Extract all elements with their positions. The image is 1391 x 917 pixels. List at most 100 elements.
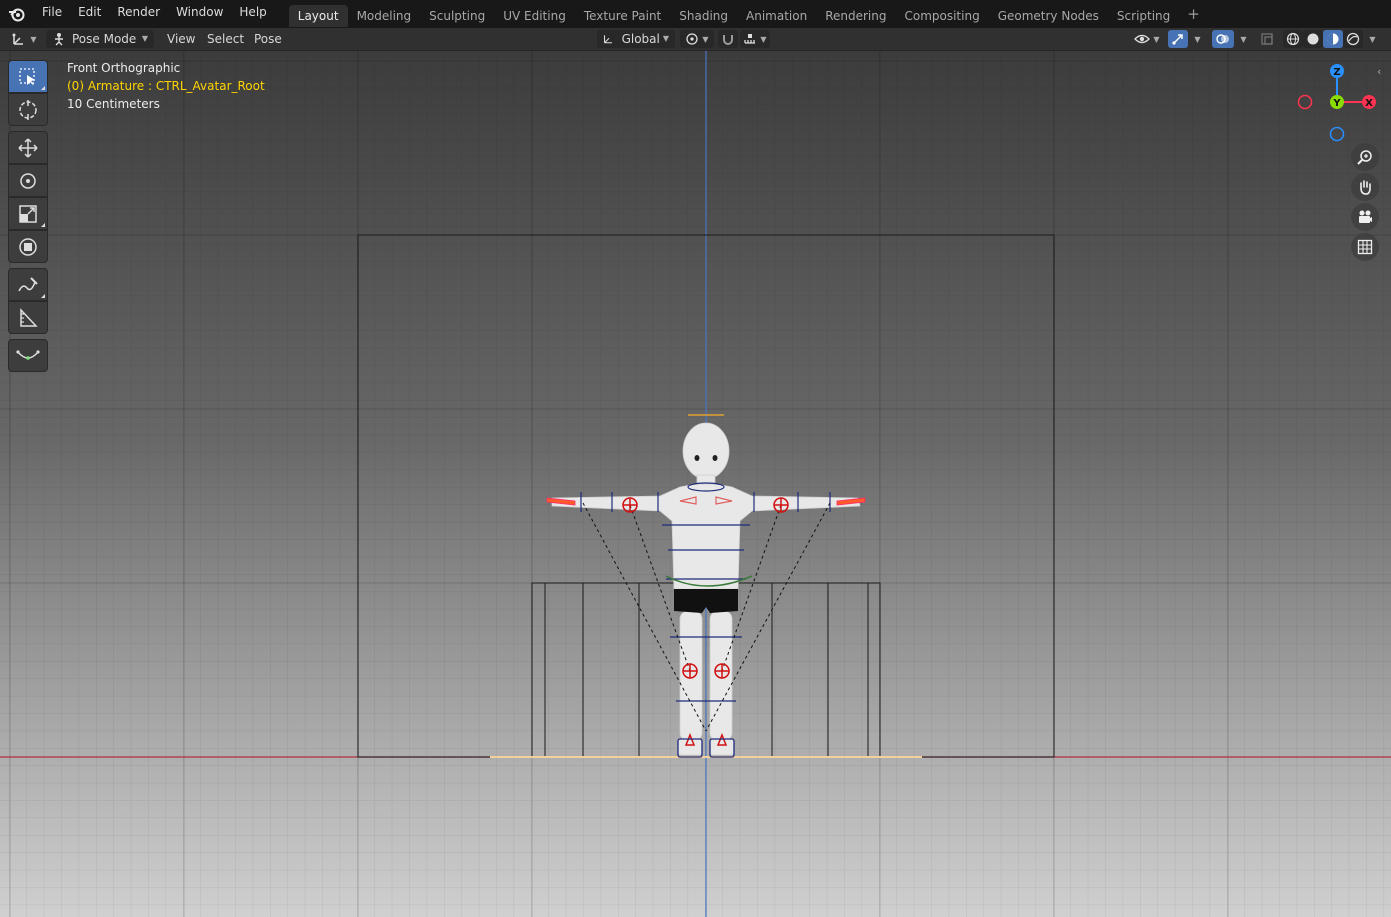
xray-icon: [1261, 33, 1273, 45]
wireframe-sphere-icon: [1286, 32, 1300, 46]
tab-shading[interactable]: Shading: [670, 5, 737, 27]
move-icon: [18, 137, 38, 158]
hand-icon: [1360, 180, 1371, 195]
gizmo-x-label: X: [1365, 98, 1373, 109]
menu-help[interactable]: Help: [231, 0, 274, 28]
gizmo-neg-x-axis[interactable]: [1297, 94, 1313, 110]
orientation-label: Global: [621, 32, 660, 46]
add-workspace-button[interactable]: +: [1179, 1, 1208, 27]
measure-tool[interactable]: [8, 301, 48, 334]
axes-editor-icon: [12, 33, 24, 45]
3d-viewport[interactable]: Front Orthographic (0) Armature : CTRL_A…: [0, 51, 1391, 917]
camera-view-button[interactable]: [1351, 203, 1379, 231]
rotate-icon: [20, 172, 36, 189]
cursor-tool[interactable]: [8, 93, 48, 126]
menu-window[interactable]: Window: [168, 0, 231, 28]
chevron-down-icon: ▼: [702, 34, 709, 44]
snap-increment-icon: [744, 34, 756, 44]
view-name: Front Orthographic: [67, 61, 181, 75]
tab-sculpting[interactable]: Sculpting: [420, 5, 494, 27]
scale-tool[interactable]: [8, 197, 48, 230]
tab-modeling[interactable]: Modeling: [348, 5, 421, 27]
gizmo-neg-z-axis[interactable]: [1329, 126, 1345, 142]
chevron-down-icon: ▼: [30, 34, 37, 44]
zoom-button[interactable]: [1351, 143, 1379, 171]
shading-material-button[interactable]: [1323, 30, 1343, 48]
chevron-down-icon: ▼: [760, 34, 767, 44]
pivot-icon: [686, 33, 699, 45]
cursor-icon: [19, 99, 37, 120]
tab-animation[interactable]: Animation: [737, 5, 816, 27]
tab-scripting[interactable]: Scripting: [1108, 5, 1179, 27]
overlays-icon: [1216, 34, 1229, 44]
tab-texture-paint[interactable]: Texture Paint: [575, 5, 670, 27]
menu-view[interactable]: View: [167, 30, 195, 48]
chevron-down-icon: ▼: [1194, 34, 1201, 44]
menu-pose[interactable]: Pose: [254, 30, 282, 48]
scale-icon: [19, 204, 37, 223]
tab-uv-editing[interactable]: UV Editing: [494, 5, 575, 27]
grid-icon: [1357, 239, 1373, 255]
chevron-down-icon: ▼: [662, 34, 669, 43]
tab-layout[interactable]: Layout: [288, 4, 348, 27]
pivot-point-button[interactable]: ▼: [680, 30, 714, 48]
transform-icon: [19, 237, 37, 256]
perspective-toggle-button[interactable]: [1351, 233, 1379, 261]
mode-dropdown[interactable]: Pose Mode ▼: [46, 30, 154, 48]
tab-geometry-nodes[interactable]: Geometry Nodes: [989, 5, 1108, 27]
gizmo-dropdown[interactable]: ▼: [1188, 30, 1204, 48]
menu-edit[interactable]: Edit: [70, 0, 109, 28]
overlays-dropdown[interactable]: ▼: [1234, 30, 1250, 48]
chevron-down-icon: ▼: [141, 34, 148, 43]
ruler-icon: [20, 307, 38, 327]
menu-file[interactable]: File: [34, 0, 70, 28]
chevron-down-icon: ▼: [1369, 34, 1376, 44]
xray-toggle[interactable]: [1258, 30, 1276, 48]
transform-orientation-icon: [603, 35, 613, 44]
select-box-icon: [19, 67, 35, 85]
material-sphere-icon: [1327, 33, 1339, 45]
pan-button[interactable]: [1351, 173, 1379, 201]
navigation-gizmo[interactable]: Z X Y: [1292, 57, 1382, 147]
visibility-button[interactable]: ▼: [1130, 30, 1164, 48]
shading-dropdown[interactable]: ▼: [1363, 30, 1379, 48]
blender-logo-icon[interactable]: [0, 0, 34, 28]
menu-render[interactable]: Render: [109, 0, 168, 28]
grid-scale-label: 10 Centimeters: [67, 97, 160, 111]
select-box-tool[interactable]: [8, 60, 48, 93]
gizmo-toggle[interactable]: [1168, 30, 1188, 48]
solid-sphere-icon: [1307, 33, 1319, 45]
magnet-icon: [723, 35, 733, 45]
tool-shelf: [8, 60, 50, 372]
menu-select[interactable]: Select: [207, 30, 244, 48]
camera-icon: [1359, 210, 1372, 223]
annotate-tool[interactable]: [8, 268, 48, 301]
tab-rendering[interactable]: Rendering: [816, 5, 895, 27]
viewport-scene: [0, 51, 1391, 917]
rendered-sphere-icon: [1346, 32, 1360, 46]
annotate-pen-icon: [18, 276, 38, 291]
active-object-label: (0) Armature : CTRL_Avatar_Root: [67, 79, 265, 93]
move-tool[interactable]: [8, 131, 48, 164]
gizmo-z-label: Z: [1333, 67, 1340, 78]
shading-solid-button[interactable]: [1303, 30, 1323, 48]
shading-wireframe-button[interactable]: [1283, 30, 1303, 48]
mode-label: Pose Mode: [72, 32, 137, 46]
rotate-tool[interactable]: [8, 164, 48, 197]
eye-icon: [1134, 34, 1151, 44]
shading-rendered-button[interactable]: [1343, 30, 1363, 48]
top-bar: File Edit Render Window Help Layout Mode…: [0, 0, 1391, 28]
transform-tool[interactable]: [8, 230, 48, 263]
tab-compositing[interactable]: Compositing: [895, 5, 988, 27]
snap-target-button[interactable]: ▼: [740, 30, 770, 48]
relax-tool[interactable]: [8, 339, 48, 372]
overlays-toggle[interactable]: [1212, 30, 1234, 48]
gizmo-y-label: Y: [1332, 98, 1341, 109]
chevron-down-icon: ▼: [1153, 34, 1160, 44]
orientation-dropdown[interactable]: Global ▼: [597, 30, 675, 48]
sidebar-toggle-icon[interactable]: ‹: [1377, 65, 1389, 79]
snap-toggle[interactable]: [718, 30, 738, 48]
editor-type-button[interactable]: ▼: [8, 30, 40, 48]
chevron-down-icon: ▼: [1240, 34, 1247, 44]
gizmo-icon: [1172, 34, 1183, 45]
